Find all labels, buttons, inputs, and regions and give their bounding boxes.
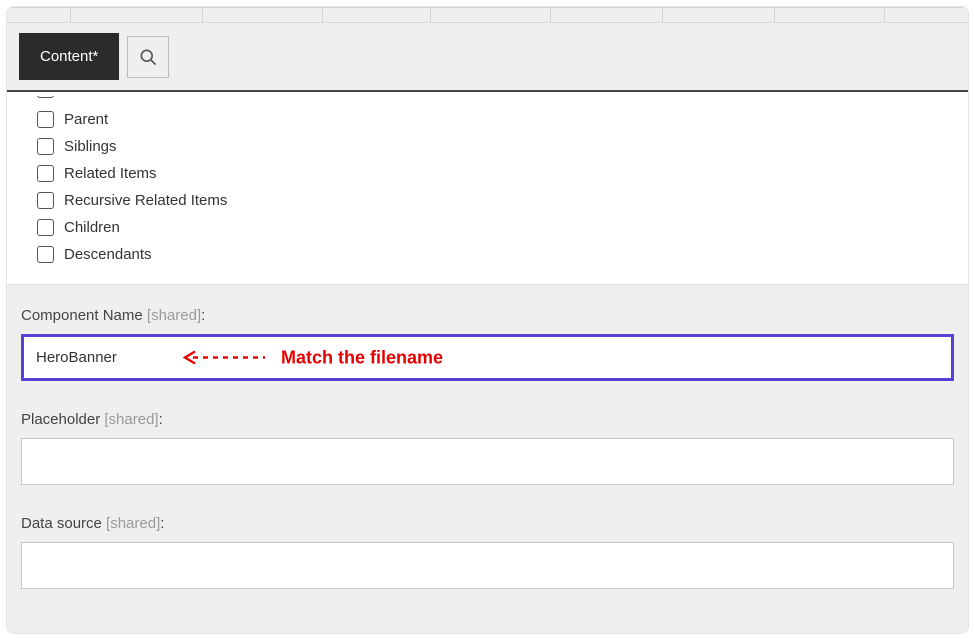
checkbox-label: Children xyxy=(64,219,120,236)
checkbox-label: Parent xyxy=(64,111,108,128)
field-label: Placeholder [shared]: xyxy=(21,411,954,428)
label-text: Data source xyxy=(21,515,102,532)
checkbox-row-ancestors[interactable]: Ancestors xyxy=(37,96,952,106)
ribbon-tab-ghost[interactable] xyxy=(431,8,551,22)
ribbon-tab-ghost[interactable] xyxy=(323,8,431,22)
checkbox-icon[interactable] xyxy=(37,96,54,98)
field-component-name: Component Name [shared]: Match the filen… xyxy=(21,307,954,381)
field-placeholder: Placeholder [shared]: xyxy=(21,411,954,485)
field-label: Data source [shared]: xyxy=(21,515,954,532)
component-name-input[interactable] xyxy=(24,337,951,378)
checkbox-row-related-items[interactable]: Related Items xyxy=(37,160,952,187)
checkbox-row-recursive-related-items[interactable]: Recursive Related Items xyxy=(37,187,952,214)
search-icon xyxy=(138,47,158,67)
ribbon-tab-ghost[interactable] xyxy=(7,8,71,22)
checkbox-icon[interactable] xyxy=(37,111,54,128)
label-text: Placeholder xyxy=(21,411,100,428)
colon: : xyxy=(160,515,164,532)
data-source-input[interactable] xyxy=(21,542,954,589)
shared-tag: [shared] xyxy=(147,307,201,324)
placeholder-input[interactable] xyxy=(21,438,954,485)
checkbox-label: Siblings xyxy=(64,138,117,155)
shared-tag: [shared] xyxy=(104,411,158,428)
checkbox-row-parent[interactable]: Parent xyxy=(37,106,952,133)
ribbon-tab-ghost[interactable] xyxy=(551,8,663,22)
shared-tag: [shared] xyxy=(106,515,160,532)
checkbox-icon[interactable] xyxy=(37,165,54,182)
search-button[interactable] xyxy=(127,36,169,78)
colon: : xyxy=(159,411,163,428)
checkbox-label: Descendants xyxy=(64,246,152,263)
colon: : xyxy=(201,307,205,324)
component-name-input-highlight: Match the filename xyxy=(21,334,954,381)
checkbox-icon[interactable] xyxy=(37,219,54,236)
tab-content[interactable]: Content* xyxy=(19,33,119,80)
publishing-options-panel: Ancestors Parent Siblings Related Items … xyxy=(7,92,968,285)
ribbon-tab-ghost[interactable] xyxy=(203,8,323,22)
form-area: Component Name [shared]: Match the filen… xyxy=(7,285,968,631)
checkbox-row-descendants[interactable]: Descendants xyxy=(37,241,952,268)
checkbox-label: Recursive Related Items xyxy=(64,192,227,209)
checkbox-label: Ancestors xyxy=(64,96,131,98)
checkbox-row-children[interactable]: Children xyxy=(37,214,952,241)
ribbon-tab-ghost[interactable] xyxy=(71,8,203,22)
ribbon-tabs-row xyxy=(7,7,968,23)
checkbox-icon[interactable] xyxy=(37,138,54,155)
field-label: Component Name [shared]: xyxy=(21,307,954,324)
label-text: Component Name xyxy=(21,307,143,324)
app-frame: Content* Ancestors Parent Siblings Relat… xyxy=(6,6,969,634)
checkbox-label: Related Items xyxy=(64,165,157,182)
content-toolbar: Content* xyxy=(7,23,968,92)
checkbox-icon[interactable] xyxy=(37,246,54,263)
field-data-source: Data source [shared]: xyxy=(21,515,954,589)
ribbon-tab-ghost[interactable] xyxy=(775,8,885,22)
checkbox-icon[interactable] xyxy=(37,192,54,209)
checkbox-row-siblings[interactable]: Siblings xyxy=(37,133,952,160)
ribbon-tab-ghost[interactable] xyxy=(663,8,775,22)
